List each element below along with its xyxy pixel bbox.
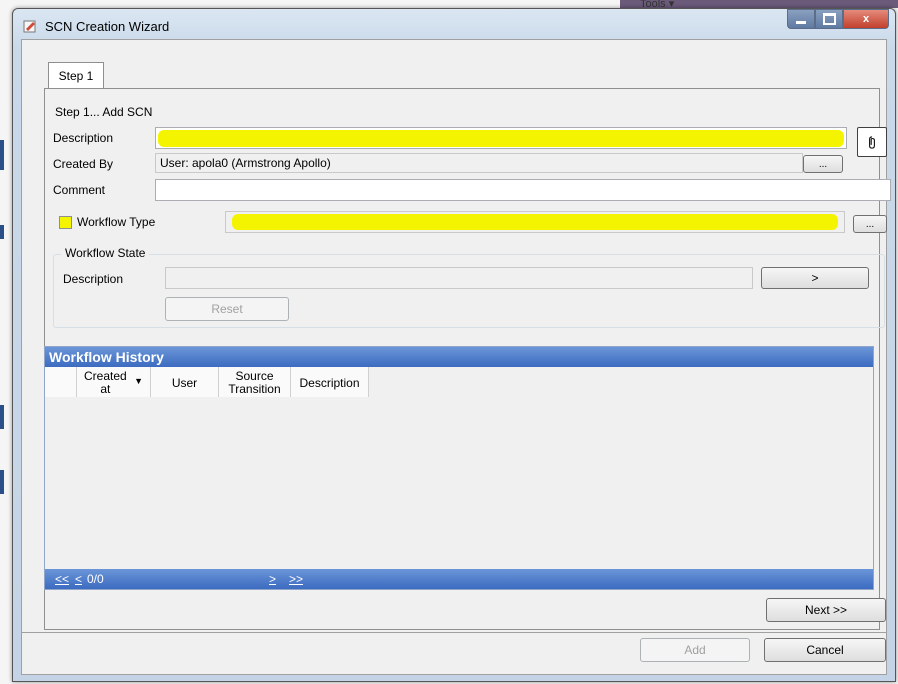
wizard-client-area: Step 1 Step 1... Add SCN Description Cre… (21, 39, 891, 675)
comment-label: Comment (53, 183, 106, 197)
created-by-browse-button[interactable]: ... (803, 155, 843, 173)
description-input[interactable] (155, 127, 847, 149)
minimize-button[interactable] (787, 9, 815, 29)
tab-step-1[interactable]: Step 1 (48, 62, 104, 89)
maximize-button[interactable] (815, 9, 843, 29)
prev-page-link[interactable]: < (75, 569, 82, 589)
attach-button[interactable] (857, 127, 887, 157)
advance-state-button[interactable]: > (761, 267, 869, 289)
workflow-state-description-field (165, 267, 753, 289)
desktop-edge-mark (0, 470, 4, 494)
history-rows-area (45, 397, 873, 569)
minimize-icon (796, 20, 806, 24)
column-header-description[interactable]: Description (291, 367, 369, 397)
column-header-source-transition[interactable]: Source Transition (219, 367, 291, 397)
workflow-history-title: Workflow History (45, 347, 873, 367)
desktop-edge-mark (0, 405, 4, 429)
footer-separator (22, 632, 886, 633)
next-button[interactable]: Next >> (766, 598, 886, 622)
first-page-link[interactable]: << (55, 569, 69, 589)
wizard-app-icon (23, 20, 36, 33)
column-header-created-at[interactable]: Created at ▼ (77, 367, 151, 397)
sort-descending-icon: ▼ (134, 376, 143, 386)
workflow-type-field (225, 211, 845, 233)
created-by-label: Created By (53, 157, 114, 171)
desktop-edge-mark (0, 225, 4, 239)
cancel-button[interactable]: Cancel (764, 638, 886, 662)
reset-button[interactable]: Reset (165, 297, 289, 321)
maximize-icon (822, 13, 836, 26)
last-page-link[interactable]: >> (289, 569, 303, 589)
comment-input[interactable] (155, 179, 891, 201)
redaction-highlight (158, 130, 844, 147)
workflow-state-description-label: Description (63, 272, 124, 286)
paperclip-icon (869, 136, 875, 149)
row-selector-header (45, 367, 77, 397)
description-label: Description (53, 131, 114, 145)
redaction-highlight (232, 214, 838, 230)
history-pager: << < 0/0 > >> (45, 569, 873, 589)
desktop-edge-mark (0, 140, 4, 170)
next-page-link[interactable]: > (269, 569, 276, 589)
close-icon: x (862, 13, 870, 25)
workflow-type-checkbox[interactable] (59, 216, 72, 229)
workflow-type-browse-button[interactable]: ... (853, 215, 887, 233)
column-header-user[interactable]: User (151, 367, 219, 397)
window-title: SCN Creation Wizard (45, 19, 170, 34)
page-count: 0/0 (87, 572, 104, 586)
workflow-history-grid: Workflow History Created at ▼ User Sourc… (44, 346, 874, 590)
workflow-state-legend: Workflow State (61, 246, 150, 260)
workflow-type-label[interactable]: Workflow Type (77, 215, 155, 229)
created-by-field: User: apola0 (Armstrong Apollo) (155, 153, 803, 173)
title-bar[interactable]: SCN Creation Wizard x (13, 9, 895, 39)
add-button[interactable]: Add (640, 638, 750, 662)
step-heading: Step 1... Add SCN (55, 105, 153, 119)
scn-creation-wizard-window: SCN Creation Wizard x Step 1 Step 1... A… (12, 8, 896, 682)
close-button[interactable]: x (843, 9, 889, 29)
